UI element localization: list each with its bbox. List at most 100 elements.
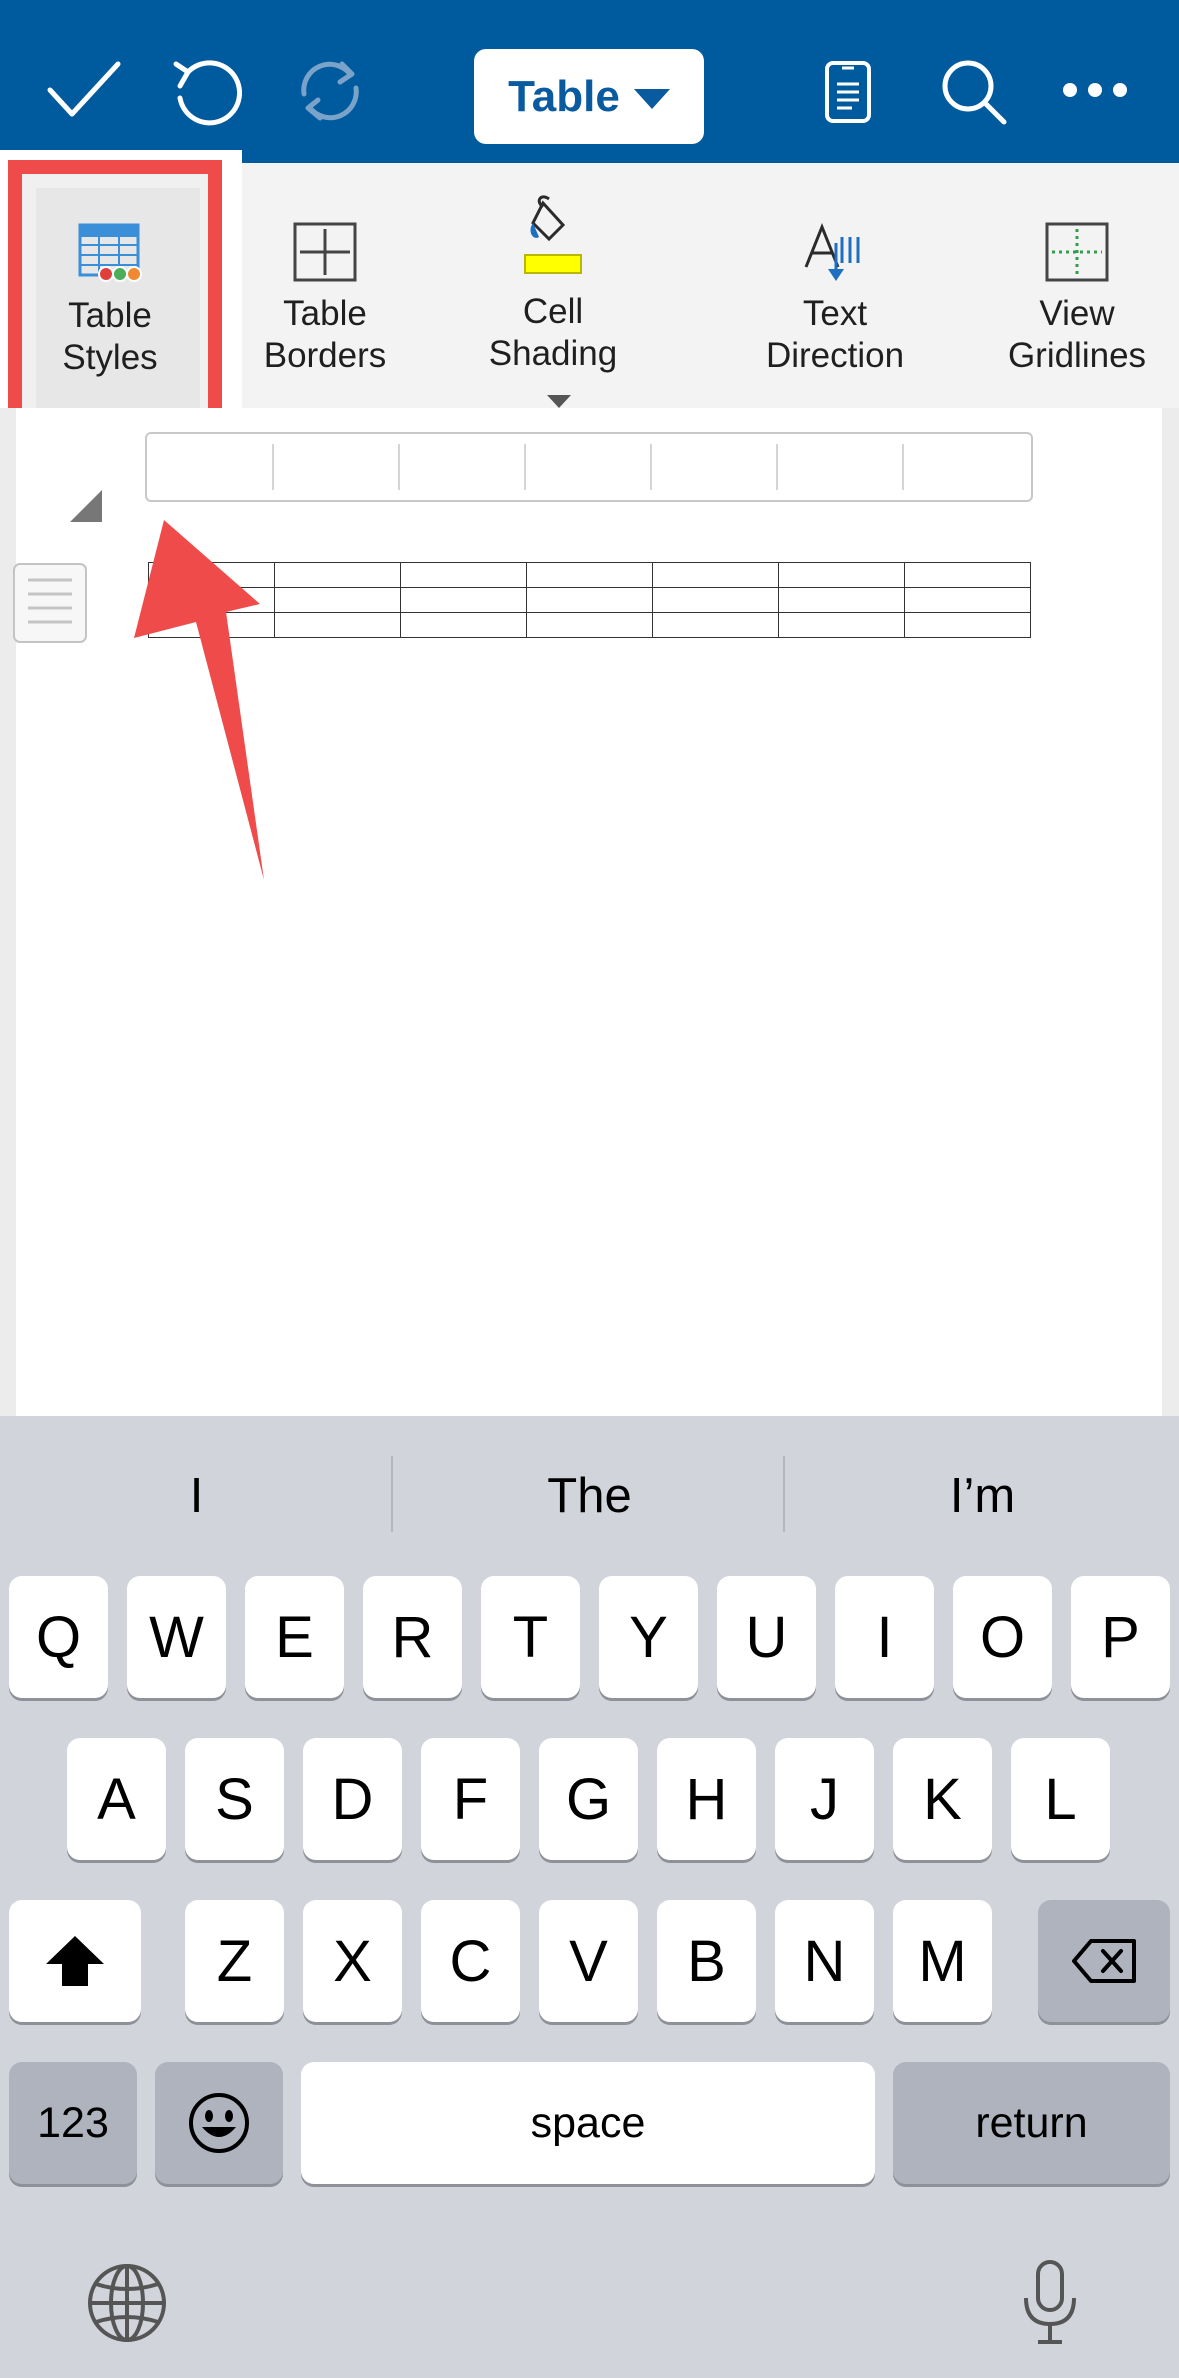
table-cell[interactable]: [274, 562, 401, 588]
table-cell[interactable]: [400, 562, 527, 588]
ruler-column-marker[interactable]: [776, 444, 778, 490]
key-c[interactable]: C: [421, 1900, 520, 2022]
view-gridlines-button[interactable]: View Gridlines: [957, 163, 1179, 408]
table-cell[interactable]: [904, 587, 1031, 613]
paragraph-handle-icon[interactable]: [12, 562, 88, 649]
key-t[interactable]: T: [481, 1576, 580, 1698]
suggestion-2[interactable]: The: [393, 1416, 786, 1576]
text-direction-label: Text Direction: [765, 294, 905, 375]
table-borders-icon: [292, 203, 358, 283]
table-cell[interactable]: [274, 587, 401, 613]
table-row: [148, 587, 1031, 613]
view-gridlines-label: View Gridlines: [1007, 294, 1147, 375]
shift-key[interactable]: [9, 1900, 141, 2022]
backspace-icon: [1072, 1939, 1136, 1983]
table-styles-icon: [74, 205, 146, 285]
suggestion-1[interactable]: I: [0, 1416, 393, 1576]
key-l[interactable]: L: [1011, 1738, 1110, 1860]
table-row: [148, 562, 1031, 588]
microphone-icon[interactable]: [1018, 2258, 1082, 2353]
page-margin-right: [1162, 408, 1179, 1416]
table-borders-label: Table Borders: [263, 294, 387, 375]
key-x[interactable]: X: [303, 1900, 402, 2022]
key-w[interactable]: W: [127, 1576, 226, 1698]
ruler-column-marker[interactable]: [398, 444, 400, 490]
ruler-column-marker[interactable]: [524, 444, 526, 490]
key-s[interactable]: S: [185, 1738, 284, 1860]
suggestion-divider: [783, 1456, 785, 1532]
more-icon[interactable]: [1062, 82, 1128, 98]
key-j[interactable]: J: [775, 1738, 874, 1860]
key-f[interactable]: F: [421, 1738, 520, 1860]
key-u[interactable]: U: [717, 1576, 816, 1698]
table-cell[interactable]: [526, 562, 653, 588]
table-row: [148, 612, 1031, 638]
key-e[interactable]: E: [245, 1576, 344, 1698]
suggestion-3[interactable]: I’m: [786, 1416, 1179, 1576]
app-toolbar: Table: [0, 0, 1179, 163]
key-g[interactable]: G: [539, 1738, 638, 1860]
shift-icon: [46, 1936, 104, 1986]
table-cell[interactable]: [400, 612, 527, 638]
chevron-down-icon: [633, 72, 670, 122]
key-n[interactable]: N: [775, 1900, 874, 2022]
space-key[interactable]: space: [301, 2062, 875, 2184]
table-mode-label: Table: [508, 71, 620, 121]
table-cell[interactable]: [778, 587, 905, 613]
globe-icon[interactable]: [86, 2262, 168, 2349]
key-o[interactable]: O: [953, 1576, 1052, 1698]
key-a[interactable]: A: [67, 1738, 166, 1860]
key-y[interactable]: Y: [599, 1576, 698, 1698]
redo-icon[interactable]: [290, 56, 370, 126]
text-direction-icon: [802, 203, 868, 283]
table-cell[interactable]: [904, 612, 1031, 638]
table-column-ruler[interactable]: [145, 432, 1033, 502]
key-h[interactable]: H: [657, 1738, 756, 1860]
table-mode-dropdown[interactable]: Table: [474, 49, 704, 144]
table-styles-button[interactable]: Table Styles: [0, 163, 220, 408]
backspace-key[interactable]: [1038, 1900, 1170, 2022]
table-cell[interactable]: [400, 587, 527, 613]
key-z[interactable]: Z: [185, 1900, 284, 2022]
page-margin-left: [0, 408, 16, 1416]
table-cell[interactable]: [526, 612, 653, 638]
key-d[interactable]: D: [303, 1738, 402, 1860]
table-cell[interactable]: [652, 587, 779, 613]
key-r[interactable]: R: [363, 1576, 462, 1698]
key-k[interactable]: K: [893, 1738, 992, 1860]
cell-shading-button[interactable]: Cell Shading: [453, 163, 653, 408]
table-cell[interactable]: [526, 587, 653, 613]
emoji-icon: [189, 2093, 249, 2153]
table-cell[interactable]: [778, 612, 905, 638]
ruler-column-marker[interactable]: [650, 444, 652, 490]
ios-keyboard: I The I’m Q W E R T Y U I O P A S D F G …: [0, 1416, 1179, 2378]
undo-icon[interactable]: [170, 54, 244, 128]
return-key[interactable]: return: [893, 2062, 1170, 2184]
table-cell[interactable]: [274, 612, 401, 638]
document-table[interactable]: [148, 562, 1031, 638]
table-styles-label: Table Styles: [62, 296, 158, 377]
key-m[interactable]: M: [893, 1900, 992, 2022]
gridlines-icon: [1044, 203, 1110, 283]
table-cell[interactable]: [652, 562, 779, 588]
mobile-view-icon[interactable]: [824, 60, 872, 124]
ruler-column-marker[interactable]: [272, 444, 274, 490]
key-v[interactable]: V: [539, 1900, 638, 2022]
checkmark-icon[interactable]: [46, 58, 122, 120]
table-cell[interactable]: [652, 612, 779, 638]
cell-shading-label: Cell Shading: [433, 291, 673, 419]
annotation-arrow: [130, 520, 270, 895]
table-cell[interactable]: [778, 562, 905, 588]
table-borders-button[interactable]: Table Borders: [205, 163, 445, 408]
emoji-key[interactable]: [155, 2062, 283, 2184]
text-direction-button[interactable]: Text Direction: [715, 163, 955, 408]
key-i[interactable]: I: [835, 1576, 934, 1698]
numbers-key[interactable]: 123: [9, 2062, 137, 2184]
ruler-column-marker[interactable]: [902, 444, 904, 490]
table-select-handle[interactable]: [68, 488, 104, 529]
table-cell[interactable]: [904, 562, 1031, 588]
key-p[interactable]: P: [1071, 1576, 1170, 1698]
key-b[interactable]: B: [657, 1900, 756, 2022]
key-q[interactable]: Q: [9, 1576, 108, 1698]
search-icon[interactable]: [940, 58, 1008, 126]
